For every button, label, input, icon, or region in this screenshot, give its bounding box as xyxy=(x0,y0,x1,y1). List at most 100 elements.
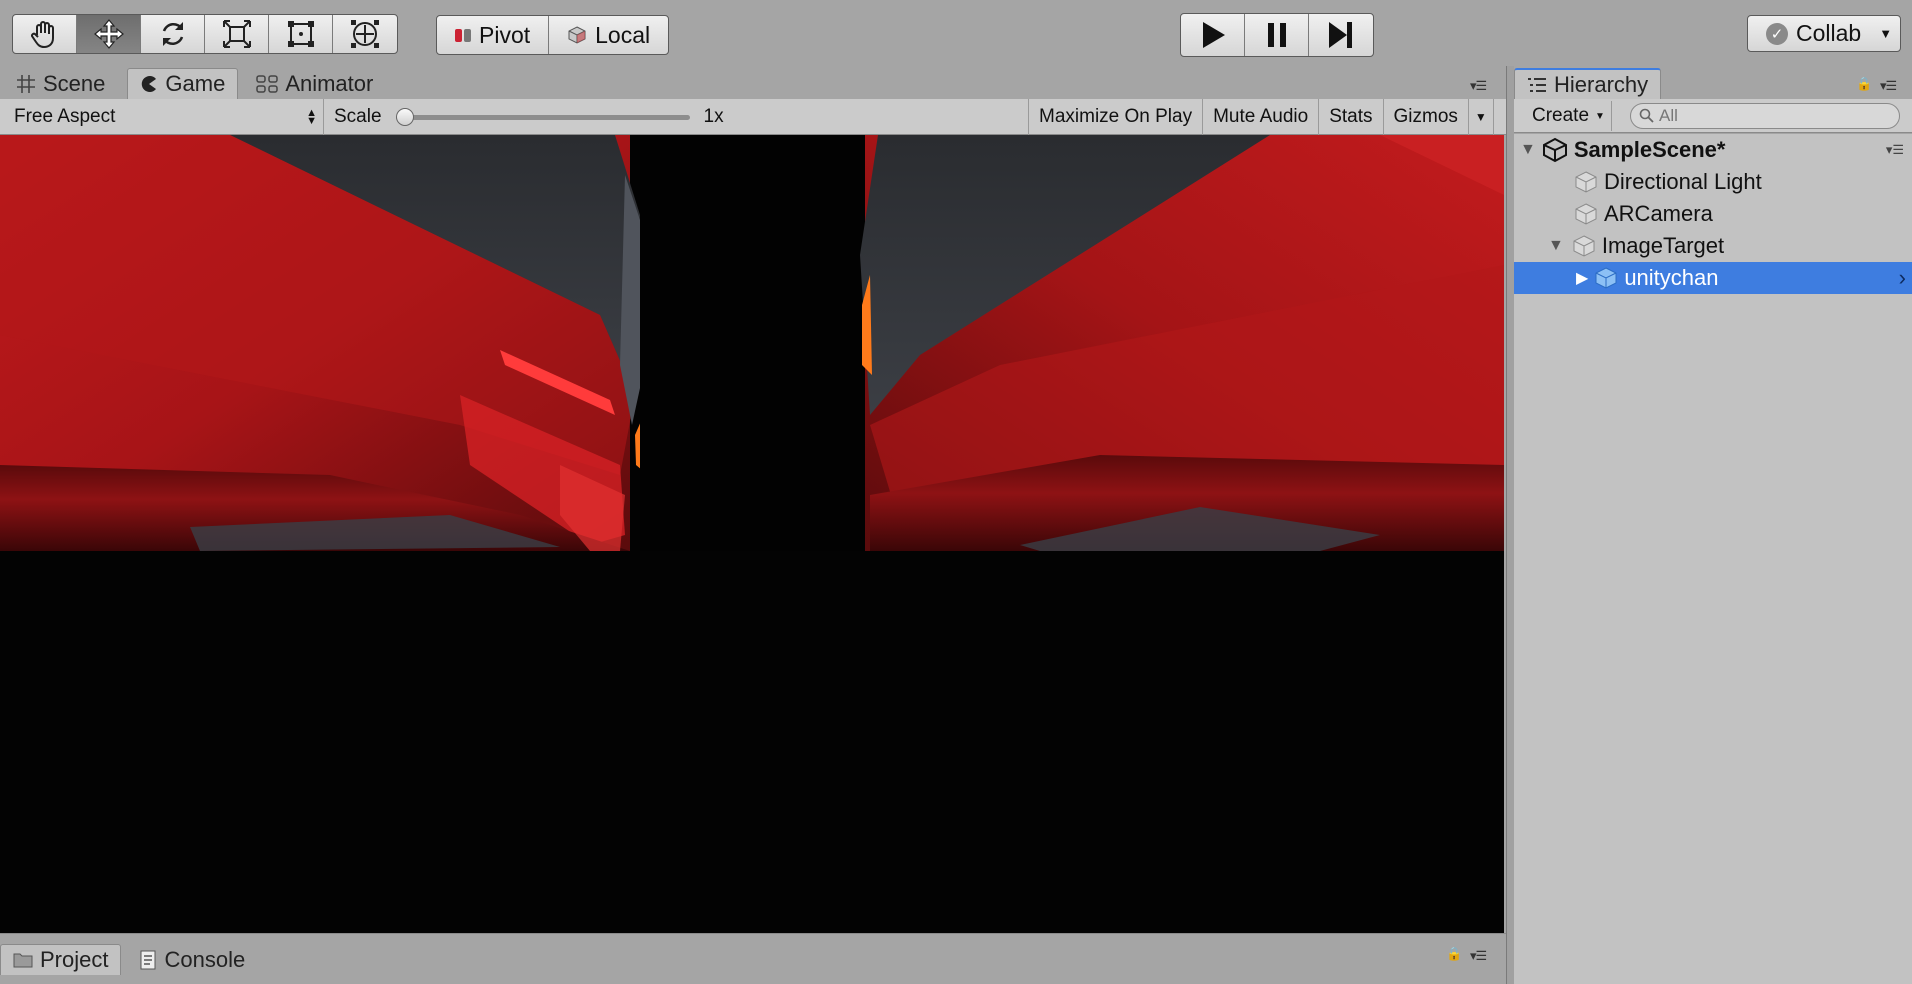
playback-controls xyxy=(1180,13,1374,57)
tab-game-label: Game xyxy=(165,71,226,96)
tab-scene[interactable]: Scene xyxy=(4,68,117,99)
maximize-on-play-toggle[interactable]: Maximize On Play xyxy=(1028,98,1204,135)
tab-project[interactable]: Project xyxy=(0,944,122,975)
tab-project-label: Project xyxy=(40,947,109,972)
chevron-right-icon[interactable]: › xyxy=(1899,265,1906,291)
expand-triangle-icon[interactable]: ▼ xyxy=(1548,237,1564,255)
console-icon xyxy=(140,950,156,969)
pause-button[interactable] xyxy=(1245,14,1309,56)
hand-tool-button[interactable] xyxy=(13,15,77,53)
gizmos-label: Gizmos xyxy=(1393,105,1458,127)
scale-value: 1x xyxy=(703,105,724,127)
hierarchy-tree: ▼ SampleScene* ▾☰ Directional Light ARCa… xyxy=(1514,134,1912,984)
tab-scene-label: Scene xyxy=(43,70,106,96)
hierarchy-item-imagetarget[interactable]: ▼ ImageTarget xyxy=(1514,230,1912,262)
mute-label: Mute Audio xyxy=(1213,105,1309,127)
move-icon xyxy=(93,19,124,49)
animator-icon xyxy=(256,74,279,93)
game-render-image xyxy=(0,135,1504,933)
scale-slider[interactable] xyxy=(395,107,690,126)
hierarchy-item-unitychan[interactable]: ▶ unitychan › xyxy=(1514,262,1912,294)
maximize-label: Maximize On Play xyxy=(1039,105,1193,127)
hierarchy-search-field[interactable]: All xyxy=(1630,103,1900,129)
pause-icon xyxy=(1267,23,1286,47)
tab-console-label: Console xyxy=(164,946,246,972)
aspect-label: Free Aspect xyxy=(14,105,116,127)
create-label: Create xyxy=(1532,105,1590,126)
check-circle-icon: ✓ xyxy=(1766,22,1788,45)
scene-name: SampleScene* xyxy=(1573,137,1726,162)
panel-divider[interactable] xyxy=(1506,66,1514,984)
tab-hierarchy-label: Hierarchy xyxy=(1554,71,1649,97)
hierarchy-item-arcamera[interactable]: ARCamera xyxy=(1514,198,1912,230)
cube-icon xyxy=(1573,235,1595,257)
pivot-icon xyxy=(455,28,471,42)
hierarchy-toolbar: Create ▼ All xyxy=(1514,99,1912,133)
chevron-down-icon: ▼ xyxy=(1474,109,1487,124)
scale-icon xyxy=(222,20,251,48)
rect-tool-icon xyxy=(287,21,314,47)
hierarchy-lock-icon[interactable]: 🔒 xyxy=(1856,76,1872,92)
chevron-down-icon: ▼ xyxy=(1595,110,1605,122)
game-viewport[interactable] xyxy=(0,135,1504,933)
project-panel-menu-icon[interactable]: ▾☰ xyxy=(1470,948,1487,964)
scale-slider-thumb[interactable] xyxy=(395,107,414,126)
main-tabstrip: Scene Game Animator xyxy=(4,67,385,99)
tab-game[interactable]: Game xyxy=(127,68,239,99)
grid-icon xyxy=(17,74,35,93)
collab-label: Collab xyxy=(1796,20,1862,46)
pivot-label: Pivot xyxy=(479,21,531,48)
prefab-cube-icon xyxy=(1595,267,1617,289)
chevron-down-icon: ▼ xyxy=(1879,26,1893,41)
unity-logo-icon xyxy=(1542,137,1567,163)
game-panel-menu-icon[interactable]: ▾☰ xyxy=(1470,78,1487,94)
local-label: Local xyxy=(595,21,651,48)
item-label: ImageTarget xyxy=(1601,233,1725,258)
item-label: Directional Light xyxy=(1604,169,1762,194)
tab-hierarchy[interactable]: Hierarchy xyxy=(1514,68,1662,99)
stats-label: Stats xyxy=(1329,105,1373,127)
tab-animator-label: Animator xyxy=(285,70,374,96)
step-button[interactable] xyxy=(1309,14,1373,56)
hierarchy-tabstrip: Hierarchy xyxy=(1514,67,1662,99)
search-placeholder: All xyxy=(1659,106,1678,125)
scale-label: Scale xyxy=(334,105,382,127)
gizmos-dropdown[interactable]: ▼ xyxy=(1469,98,1494,135)
pivot-toggle-group: Pivot Local xyxy=(436,15,670,55)
updown-arrow-icon: ▲ ▼ xyxy=(306,106,317,127)
scale-tool-button[interactable] xyxy=(205,15,269,53)
create-dropdown[interactable]: Create ▼ xyxy=(1524,101,1612,131)
item-label: ARCamera xyxy=(1604,201,1713,226)
gizmos-toggle[interactable]: Gizmos xyxy=(1384,98,1469,135)
tab-animator[interactable]: Animator xyxy=(244,68,385,99)
collapsed-triangle-icon[interactable]: ▶ xyxy=(1576,268,1588,288)
search-icon xyxy=(1639,108,1654,123)
play-button[interactable] xyxy=(1181,14,1245,56)
aspect-dropdown[interactable]: Free Aspect ▲ ▼ xyxy=(0,98,324,135)
hierarchy-panel-menu-icon[interactable]: ▾☰ xyxy=(1880,78,1897,94)
project-lock-icon[interactable]: 🔒 xyxy=(1446,946,1462,962)
list-icon xyxy=(1528,77,1546,92)
transform-tools xyxy=(12,14,398,54)
scene-menu-icon[interactable]: ▾☰ xyxy=(1886,142,1904,158)
transform-tool-button[interactable] xyxy=(333,15,397,53)
hand-icon xyxy=(30,21,54,49)
local-cube-icon xyxy=(568,26,586,44)
scale-control: Scale 1x xyxy=(324,99,1028,135)
scene-row[interactable]: ▼ SampleScene* ▾☰ xyxy=(1514,134,1912,166)
bottom-tabstrip: Project Console xyxy=(0,943,257,975)
stats-toggle[interactable]: Stats xyxy=(1319,98,1384,135)
rotate-tool-button[interactable] xyxy=(141,15,205,53)
local-button[interactable]: Local xyxy=(549,16,668,54)
collab-dropdown[interactable]: ✓ Collab ▼ xyxy=(1747,15,1901,52)
cube-icon xyxy=(1575,203,1597,225)
pivot-button[interactable]: Pivot xyxy=(437,16,550,54)
rect-tool-button[interactable] xyxy=(269,15,333,53)
play-icon xyxy=(1202,22,1225,48)
hierarchy-item-directional-light[interactable]: Directional Light xyxy=(1514,166,1912,198)
mute-audio-toggle[interactable]: Mute Audio xyxy=(1203,98,1320,135)
move-tool-button[interactable] xyxy=(77,15,141,53)
tab-console[interactable]: Console xyxy=(127,944,257,975)
expand-triangle-icon[interactable]: ▼ xyxy=(1520,141,1536,159)
transform-icon xyxy=(351,20,379,48)
